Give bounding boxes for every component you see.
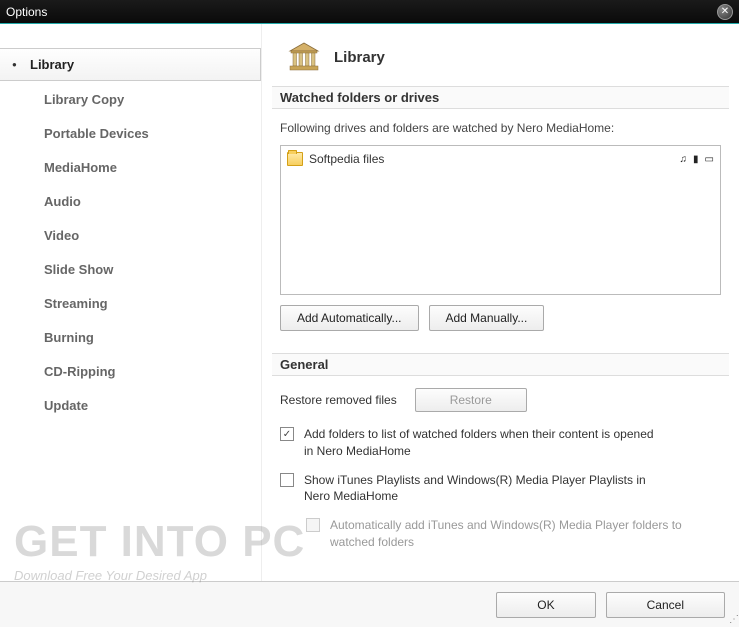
checkbox-add-folders[interactable]: ✓ <box>280 427 294 441</box>
restore-button[interactable]: Restore <box>415 388 527 412</box>
photo-icon: ▭ <box>705 154 714 165</box>
close-icon: ✕ <box>721 7 729 17</box>
sidebar-item-cd-ripping[interactable]: CD-Ripping <box>0 356 261 387</box>
sidebar: Library Library Copy Portable Devices Me… <box>0 24 262 604</box>
footer: OK Cancel ⋰ <box>0 581 739 627</box>
cancel-button[interactable]: Cancel <box>606 592 725 618</box>
checkbox-add-folders-label: Add folders to list of watched folders w… <box>304 426 664 460</box>
sidebar-item-audio[interactable]: Audio <box>0 186 261 217</box>
restore-label: Restore removed files <box>280 393 397 407</box>
checkbox-auto-add-playlists <box>306 518 320 532</box>
sidebar-item-update[interactable]: Update <box>0 390 261 421</box>
library-icon <box>288 42 320 72</box>
watched-folders-list[interactable]: Softpedia files ♫ ▮ ▭ <box>280 145 721 295</box>
folder-name: Softpedia files <box>309 152 384 166</box>
sidebar-item-mediahome[interactable]: MediaHome <box>0 152 261 183</box>
close-button[interactable]: ✕ <box>717 4 733 20</box>
add-manually-button[interactable]: Add Manually... <box>429 305 545 331</box>
folder-row[interactable]: Softpedia files ♫ ▮ ▭ <box>287 152 714 166</box>
video-icon: ▮ <box>693 154 699 165</box>
checkbox-show-playlists-label: Show iTunes Playlists and Windows(R) Med… <box>304 472 664 506</box>
checkbox-show-playlists[interactable] <box>280 473 294 487</box>
titlebar: Options ✕ <box>0 0 739 24</box>
watched-description: Following drives and folders are watched… <box>272 121 729 135</box>
resize-grip[interactable]: ⋰ <box>729 614 737 625</box>
ok-button[interactable]: OK <box>496 592 595 618</box>
music-icon: ♫ <box>680 154 688 165</box>
checkbox-auto-add-playlists-label: Automatically add iTunes and Windows(R) … <box>330 517 690 551</box>
sidebar-item-burning[interactable]: Burning <box>0 322 261 353</box>
sidebar-item-slide-show[interactable]: Slide Show <box>0 254 261 285</box>
add-automatically-button[interactable]: Add Automatically... <box>280 305 419 331</box>
section-header-watched: Watched folders or drives <box>272 86 729 109</box>
section-header-general: General <box>272 353 729 376</box>
sidebar-item-portable-devices[interactable]: Portable Devices <box>0 118 261 149</box>
sidebar-item-library[interactable]: Library <box>0 48 261 81</box>
page-title: Library <box>334 49 385 66</box>
sidebar-item-video[interactable]: Video <box>0 220 261 251</box>
sidebar-item-streaming[interactable]: Streaming <box>0 288 261 319</box>
window-title: Options <box>6 5 47 19</box>
sidebar-item-library-copy[interactable]: Library Copy <box>0 84 261 115</box>
main-panel: Library Watched folders or drives Follow… <box>262 24 739 604</box>
folder-icon <box>287 152 303 166</box>
